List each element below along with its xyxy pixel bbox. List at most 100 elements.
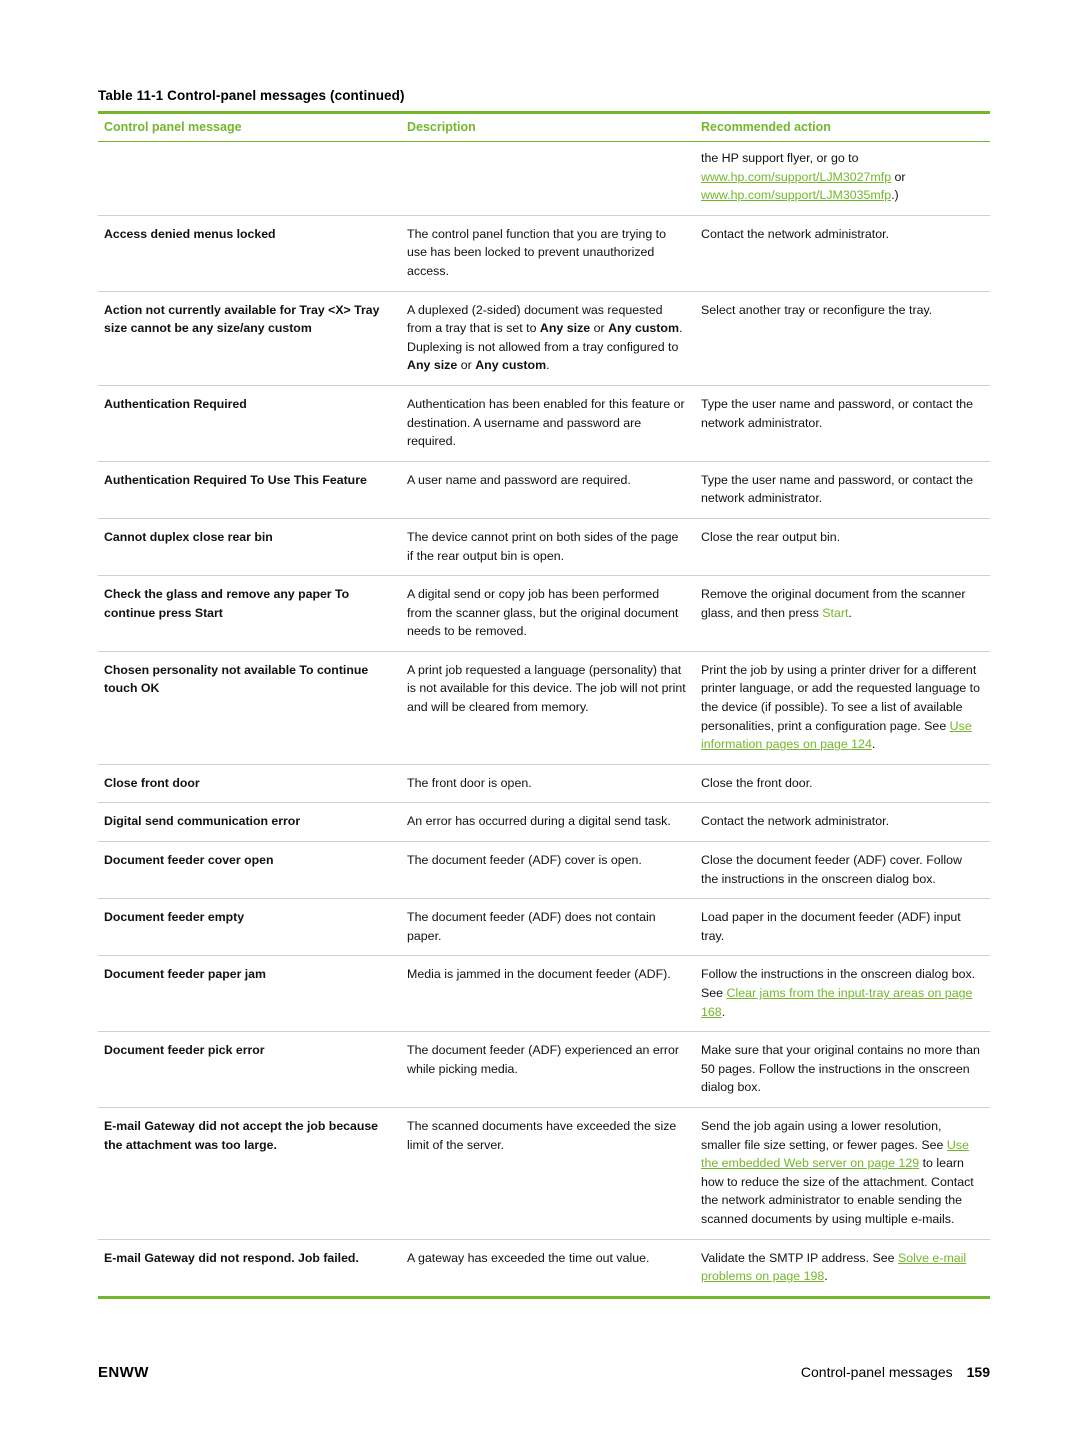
description-part: or [457, 358, 476, 373]
cell-description: A gateway has exceeded the time out valu… [401, 1239, 695, 1299]
cell-recommended-action: Type the user name and password, or cont… [695, 385, 990, 462]
table-row: E-mail Gateway did not respond. Job fail… [98, 1239, 990, 1299]
table-row: Document feeder paper jam Media is jammed… [98, 955, 990, 1033]
action-part: or [891, 169, 906, 184]
cell-recommended-action: Contact the network administrator. [695, 802, 990, 843]
action-part[interactable]: www.hp.com/ [701, 170, 775, 184]
action-part: Close the document feeder (ADF) cover. F… [701, 853, 963, 886]
action-part[interactable]: www.hp.com/ [701, 188, 775, 202]
cell-description: A user name and password are required. [401, 461, 695, 519]
action-part: Type the user name and password, or cont… [701, 396, 974, 430]
table-row: Authentication Required Authentication ha… [98, 385, 990, 462]
table-row: Close front door The front door is open. C… [98, 764, 990, 804]
table-row: the HP support flyer, or go to www.hp.co… [98, 141, 990, 216]
cell-control-panel-message: Digital send communication error [98, 802, 401, 843]
cell-description: The document feeder (ADF) cover is open. [401, 841, 695, 900]
cell-description: The scanned documents have exceeded the … [401, 1107, 695, 1240]
cell-description: The device cannot print on both sides of… [401, 518, 695, 577]
action-part: Validate the SMTP IP address. See [701, 1250, 898, 1265]
cell-description: The document feeder (ADF) does not conta… [401, 898, 695, 957]
action-part: Print the job by using a printer driver … [701, 662, 981, 733]
cell-description: A print job requested a language (person… [401, 651, 695, 765]
column-header-action: Recommended action [695, 111, 990, 142]
cell-description: The document feeder (ADF) experienced an… [401, 1031, 695, 1108]
action-part: Close the front door. [701, 775, 813, 790]
table-row: Document feeder cover open The document f… [98, 841, 990, 900]
cell-control-panel-message: Action not currently available for Tray … [98, 291, 401, 386]
action-part: Contact the network administrator. [701, 226, 890, 241]
table-caption: Table 11-1 Control-panel messages (conti… [98, 88, 990, 103]
table-header: Control panel message Description Recomm… [98, 111, 990, 142]
footer-page-number: 159 [966, 1364, 990, 1380]
cell-description: Media is jammed in the document feeder (… [401, 955, 695, 1033]
table-row: Digital send communication error An error… [98, 802, 990, 843]
cell-recommended-action: Contact the network administrator. [695, 215, 990, 292]
cell-description: The control panel function that you are … [401, 215, 695, 292]
action-part: Make sure that your original contains no… [701, 1043, 980, 1095]
cell-control-panel-message: Document feeder paper jam [98, 955, 401, 1033]
cell-control-panel-message [98, 141, 401, 216]
cell-description: A digital send or copy job has been perf… [401, 575, 695, 652]
action-part: .) [891, 188, 899, 203]
cell-control-panel-message: Authentication Required [98, 385, 401, 462]
cell-control-panel-message: E-mail Gateway did not accept the job be… [98, 1107, 401, 1240]
footer-left-label: ENWW [98, 1364, 149, 1381]
cell-recommended-action: Follow the instructions in the onscreen … [695, 955, 990, 1033]
document-page: Table 11-1 Control-panel messages (conti… [0, 0, 1080, 1437]
cell-control-panel-message: Chosen personality not available To cont… [98, 651, 401, 765]
cell-control-panel-message: Authentication Required To Use This Feat… [98, 461, 401, 519]
page-footer: ENWW Control-panel messages 159 [98, 1364, 990, 1381]
table-row: Cannot duplex close rear bin The device c… [98, 518, 990, 577]
cell-description [401, 141, 695, 216]
cell-control-panel-message: Document feeder empty [98, 898, 401, 957]
action-part: Type the user name and password, or cont… [701, 472, 974, 506]
column-header-message: Control panel message [98, 111, 401, 142]
cell-control-panel-message: Document feeder cover open [98, 841, 401, 900]
action-part: . [824, 1269, 828, 1284]
table-row: Action not currently available for Tray … [98, 291, 990, 386]
cell-control-panel-message: Check the glass and remove any paper To … [98, 575, 401, 652]
table-row: Access denied menus locked The control pa… [98, 215, 990, 292]
cell-recommended-action: Print the job by using a printer driver … [695, 651, 990, 765]
table-caption-text: Control-panel messages (continued) [167, 88, 405, 103]
footer-section-title: Control-panel messages [800, 1364, 953, 1380]
action-part: . [848, 605, 852, 620]
action-part: . [721, 1004, 726, 1019]
cell-control-panel-message: Close front door [98, 764, 401, 804]
control-panel-messages-table: Control panel message Description Recomm… [98, 111, 990, 1299]
cell-control-panel-message: Document feeder pick error [98, 1031, 401, 1108]
cell-control-panel-message: Cannot duplex close rear bin [98, 518, 401, 577]
cell-description: Authentication has been enabled for this… [401, 385, 695, 462]
action-part: Start [822, 605, 849, 620]
table-row: Chosen personality not available To cont… [98, 651, 990, 765]
cell-control-panel-message: E-mail Gateway did not respond. Job fail… [98, 1239, 401, 1299]
table-row: E-mail Gateway did not accept the job be… [98, 1107, 990, 1240]
table-row: Document feeder pick error The document f… [98, 1031, 990, 1108]
action-part: Close the rear output bin. [701, 529, 841, 544]
cell-recommended-action: Close the front door. [695, 764, 990, 804]
cell-description: The front door is open. [401, 764, 695, 804]
table-header-row: Control panel message Description Recomm… [98, 111, 990, 142]
cell-recommended-action: Make sure that your original contains no… [695, 1031, 990, 1108]
action-part: Send the job again using a lower resolut… [701, 1118, 947, 1152]
cell-recommended-action: Remove the original document from the sc… [695, 575, 990, 652]
cell-recommended-action: Close the rear output bin. [695, 518, 990, 577]
cell-recommended-action: Send the job again using a lower resolut… [695, 1107, 990, 1240]
cell-control-panel-message: Access denied menus locked [98, 215, 401, 292]
column-header-description: Description [401, 111, 695, 142]
cell-recommended-action: the HP support flyer, or go to www.hp.co… [695, 141, 990, 216]
action-part[interactable]: support/LJM3027mfp [775, 170, 891, 184]
description-part: Any size [539, 321, 591, 336]
description-part: or [590, 321, 609, 336]
action-part: the HP support flyer, or go to [701, 151, 859, 165]
footer-right: Control-panel messages 159 [801, 1364, 990, 1380]
action-part: Select another tray or reconfigure the t… [701, 302, 933, 317]
action-part: . [871, 737, 876, 752]
cell-recommended-action: Type the user name and password, or cont… [695, 461, 990, 519]
action-part[interactable]: support/LJM3035mfp [775, 188, 891, 202]
action-part: Load paper in the document feeder (ADF) … [701, 910, 961, 943]
action-part[interactable]: Clear jams from the input-tray areas on … [701, 986, 972, 1019]
description-part: Any size [407, 358, 458, 373]
table-row: Authentication Required To Use This Feat… [98, 461, 990, 519]
table-body: the HP support flyer, or go to www.hp.co… [98, 141, 990, 1299]
